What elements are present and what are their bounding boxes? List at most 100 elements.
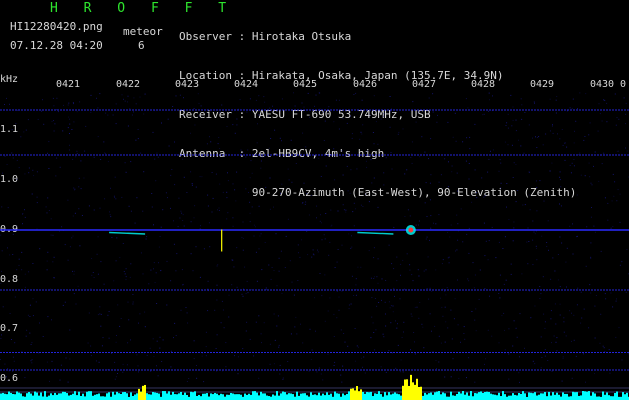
spectrum-bar [30, 393, 32, 400]
spectrum-bar [568, 396, 570, 400]
spectrum-bar [130, 392, 132, 400]
x-tick: 0422 [116, 79, 141, 90]
spectrum-bar [288, 393, 290, 400]
spectrum-bar [358, 393, 360, 400]
spectrum-bar [560, 396, 562, 400]
spectrum-bar [0, 393, 2, 400]
spectrum-bar [152, 391, 154, 400]
spectrum-bar [446, 396, 448, 400]
spectrum-burst [412, 382, 414, 400]
spectrum-bar [122, 392, 124, 400]
spectrum-bar [80, 395, 82, 400]
spectrum-bar [394, 392, 396, 400]
spectrum-bar [536, 395, 538, 400]
detection-count: 6 [138, 39, 145, 52]
spectrum-bar [588, 391, 590, 400]
detection-label: meteor [123, 25, 163, 38]
spectrum-burst [418, 387, 420, 400]
spectrum-bar [118, 393, 120, 400]
spectrum-bar [512, 393, 514, 400]
spectrum-bar [392, 393, 394, 400]
spectrum-bar [88, 391, 90, 400]
spectrum-bar [40, 392, 42, 400]
spectrum-bar [486, 391, 488, 400]
spectrum-bar [280, 393, 282, 400]
spectrum-bar [400, 395, 402, 400]
spectrum-bar [554, 394, 556, 400]
spectrum-bar [48, 395, 50, 400]
spectrum-bar [218, 395, 220, 400]
spectrum-bar [538, 394, 540, 400]
spectrum-bar [576, 392, 578, 400]
spectrum-bar [478, 392, 480, 400]
spectrum-bar [256, 392, 258, 400]
spectrum-bar [190, 391, 192, 400]
spectrum-bar [440, 394, 442, 400]
spectrum-bar [624, 394, 626, 400]
x-tick: 0423 [175, 79, 200, 90]
spectrum-bar [92, 395, 94, 400]
spectrum-bar [474, 393, 476, 400]
spectrum-bar [438, 391, 440, 400]
spectrum-bar [230, 392, 232, 400]
spectrum-bar [260, 391, 262, 400]
spectrum-bar [246, 394, 248, 400]
spectrum-bar [582, 391, 584, 400]
spectrum-bar [52, 395, 54, 400]
spectrum-bar [204, 393, 206, 400]
spectrum-bar [434, 392, 436, 400]
meteor-echoes [109, 225, 416, 252]
antenna-line: Antenna : 2el-HB9CV, 4m's high [179, 147, 385, 160]
spectrum-bar [272, 394, 274, 400]
spectrum-bar [450, 391, 452, 400]
spectrum-bar [106, 393, 108, 400]
spectrum-bar [376, 393, 378, 400]
spectrum-bar [64, 391, 66, 400]
x-tick: 0427 [412, 79, 437, 90]
spectrum-bar [14, 394, 16, 400]
spectrum-burst [352, 388, 354, 400]
spectrum-bar [544, 392, 546, 400]
spectrum-bar [436, 391, 438, 400]
spectrum-bar [430, 392, 432, 400]
spectrum-bar [98, 393, 100, 400]
spectrum-bar [352, 394, 354, 400]
spectrum-bar [556, 392, 558, 400]
spectrum-bar [2, 392, 4, 400]
spectrum-bar [456, 393, 458, 400]
spectrum-bar [364, 393, 366, 400]
spectrum-bar [322, 393, 324, 400]
spectrum-bar [16, 391, 18, 400]
spectrum-bar [460, 393, 462, 400]
spectrum-bar [342, 393, 344, 400]
spectrum-bar [492, 394, 494, 400]
spectrum-bar [206, 393, 208, 400]
spectrum-bar [476, 393, 478, 400]
spectrum-bar [484, 392, 486, 400]
spectrum-bar [56, 394, 58, 400]
spectrum-bar [516, 395, 518, 400]
spectrum-bar [422, 395, 424, 400]
spectrum-bar [598, 396, 600, 400]
x-tick: 0430 [590, 79, 615, 90]
spectrum-bar [578, 395, 580, 400]
spectrum-bar [466, 392, 468, 400]
spectrum-bar [374, 393, 376, 400]
spectrum-bar [76, 395, 78, 400]
spectrum-bar [208, 396, 210, 400]
spectrum-bar [594, 393, 596, 400]
spectrum-bar [416, 393, 418, 400]
spectrum-bar [210, 393, 212, 400]
spectrum-bar [184, 392, 186, 400]
spectrum-bar [12, 393, 14, 400]
spectrum-bar [518, 393, 520, 400]
spectrum-bar [386, 395, 388, 400]
spectrum-bar [378, 391, 380, 400]
spectrum-burst [350, 388, 352, 400]
spectrum-bar [172, 391, 174, 400]
spectrum-bar [96, 394, 98, 400]
spectrum-bar [222, 394, 224, 400]
spectrum-bar [396, 393, 398, 400]
spectrum-bar [58, 393, 60, 400]
spectrum-bar [368, 392, 370, 400]
